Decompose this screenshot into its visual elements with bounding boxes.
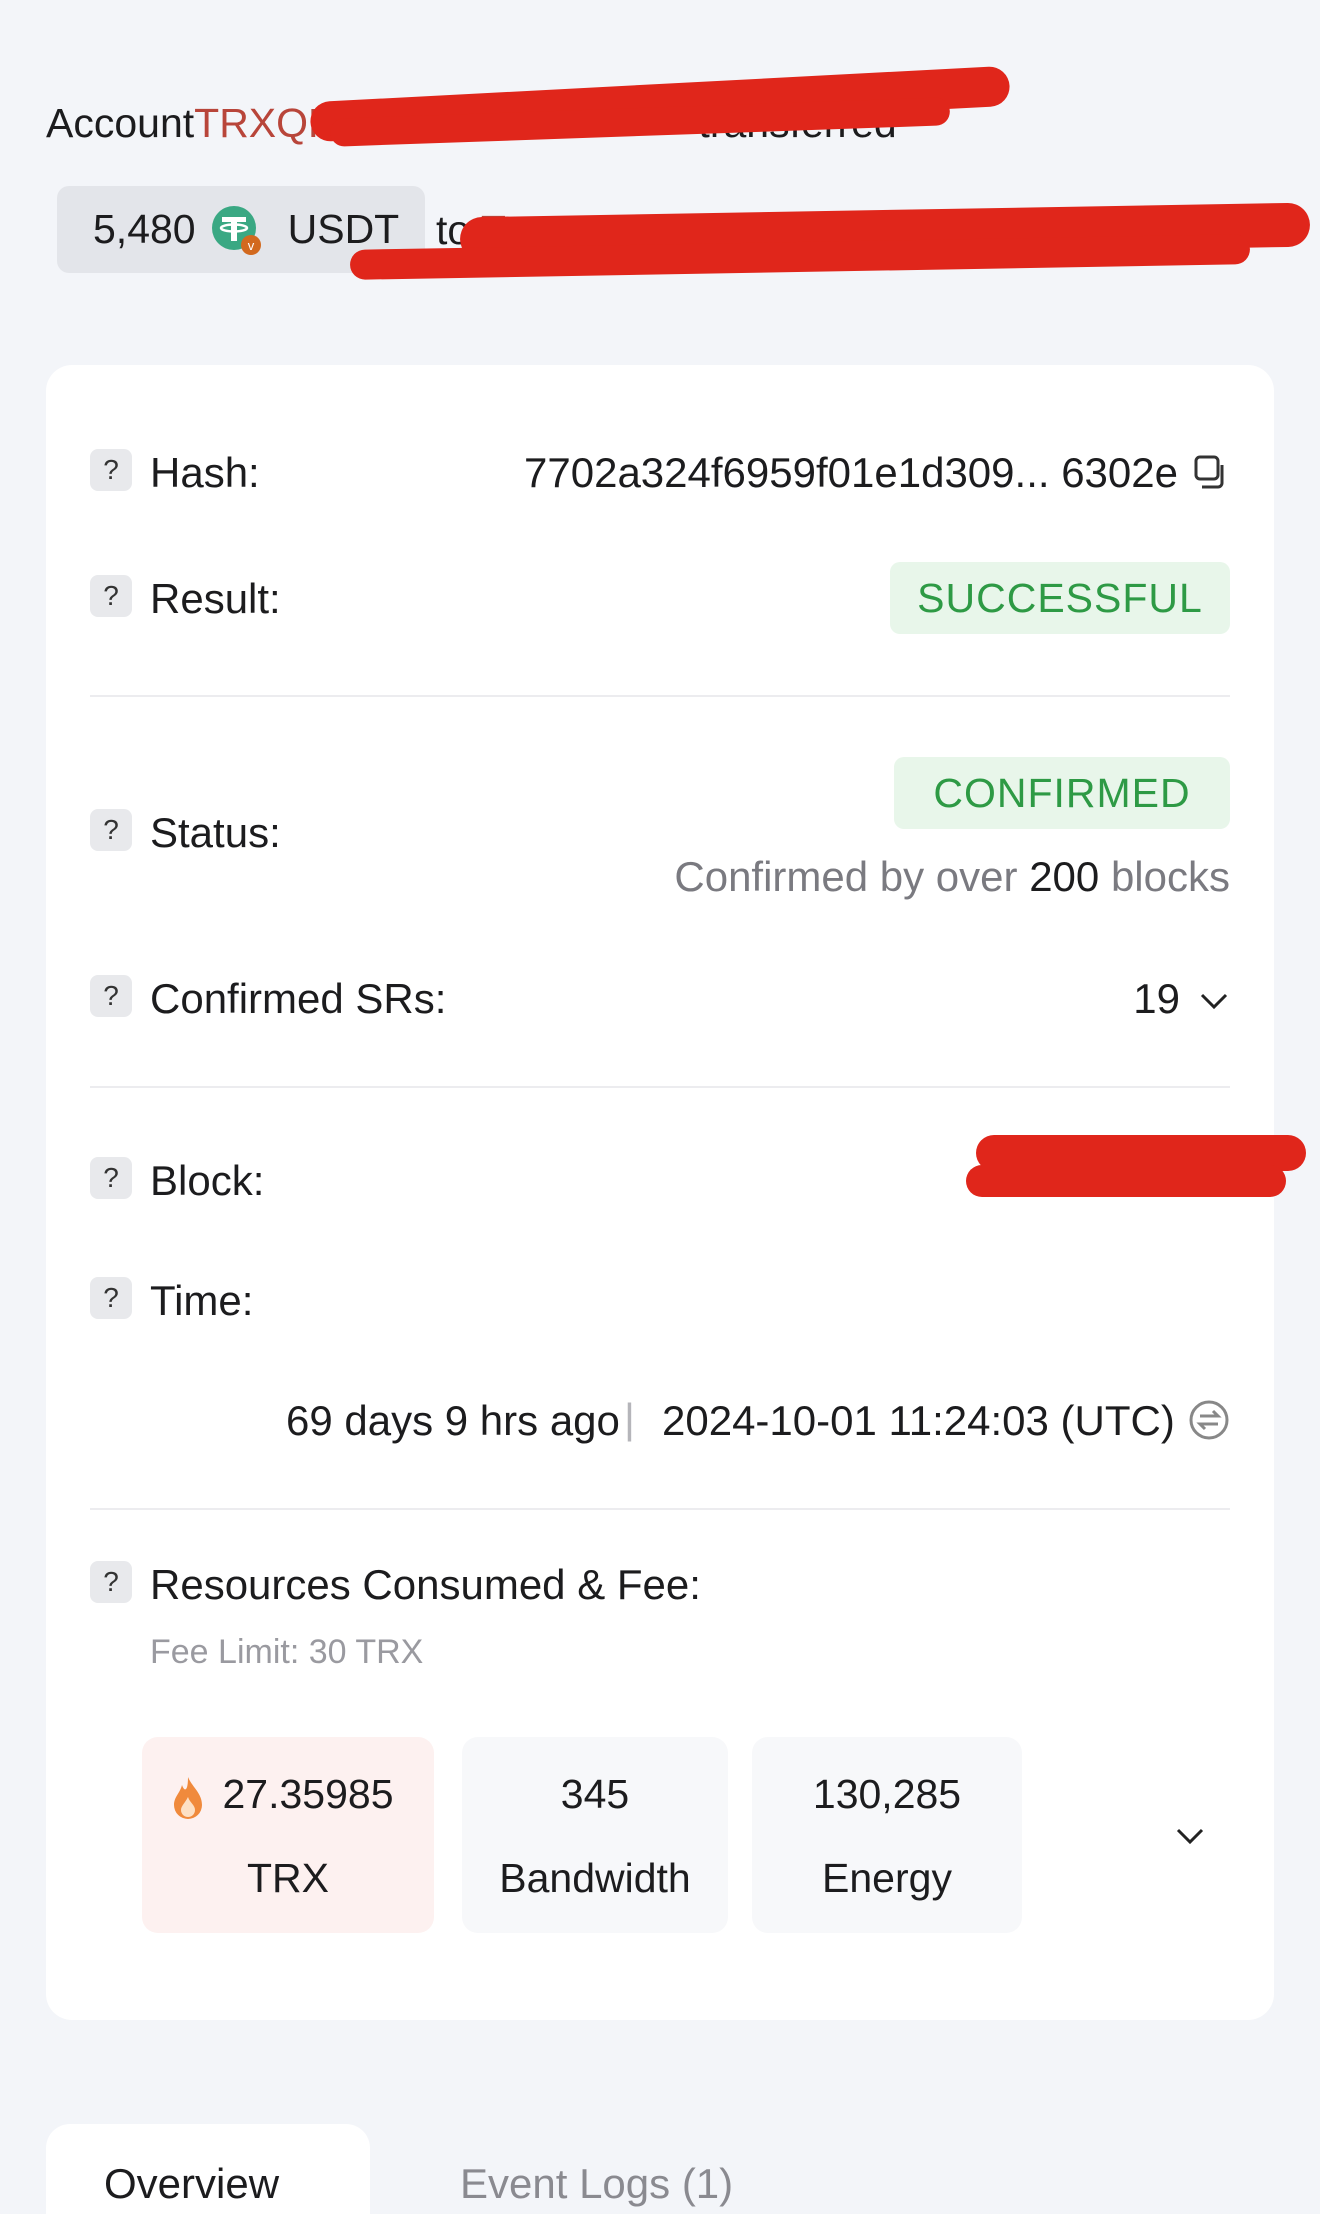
help-icon[interactable]: ? [90, 975, 132, 1017]
transaction-details-card: ? Hash: 7702a324f6959f01e1d309... 6302e … [46, 365, 1306, 2020]
account-prefix: Account [46, 100, 195, 146]
bandwidth-unit: Bandwidth [499, 1855, 691, 1901]
divider [90, 1086, 1230, 1088]
divider [90, 695, 1230, 697]
help-icon[interactable]: ? [90, 1157, 132, 1199]
bandwidth-box: 345 Bandwidth [462, 1737, 728, 1933]
divider [90, 1508, 1230, 1510]
time-value: 2024-10-01 11:24:03 (UTC) [662, 1397, 1175, 1444]
help-icon[interactable]: ? [90, 1561, 132, 1603]
status-badge: CONFIRMED [894, 757, 1230, 829]
tab-overview[interactable]: Overview [104, 2160, 279, 2208]
help-icon[interactable]: ? [90, 809, 132, 851]
result-badge: SUCCESSFUL [890, 562, 1230, 634]
time-ago: 69 days 9 hrs ago [286, 1397, 620, 1444]
resources-label: Resources Consumed & Fee: [150, 1561, 701, 1608]
srs-value[interactable]: 19 [1133, 975, 1180, 1023]
fee-limit: Fee Limit: 30 TRX [150, 1633, 424, 1671]
bandwidth-value: 345 [560, 1771, 630, 1817]
chevron-down-icon[interactable] [1198, 985, 1230, 1022]
timezone-switch-icon[interactable] [1188, 1399, 1230, 1446]
confirmed-blocks: 200 [1029, 853, 1100, 900]
redaction-mark [966, 1165, 1286, 1197]
help-icon[interactable]: ? [90, 1277, 132, 1319]
copy-icon[interactable] [1194, 455, 1230, 496]
hash-label: Hash: [150, 449, 260, 496]
energy-value: 130,285 [812, 1771, 962, 1817]
chevron-down-icon[interactable] [1174, 1820, 1206, 1857]
srs-label: Confirmed SRs: [150, 975, 447, 1022]
fee-trx-value: 27.35985 [222, 1771, 394, 1817]
tether-icon: v [210, 204, 262, 256]
energy-box: 130,285 Energy [752, 1737, 1022, 1933]
fee-trx-box: 27.35985 TRX [142, 1737, 434, 1933]
energy-unit: Energy [822, 1855, 952, 1901]
status-label: Status: [150, 809, 281, 856]
result-label: Result: [150, 575, 281, 622]
help-icon[interactable]: ? [90, 575, 132, 617]
time-label: Time: [150, 1277, 254, 1324]
tab-event-logs[interactable]: Event Logs (1) [460, 2160, 733, 2208]
help-icon[interactable]: ? [90, 449, 132, 491]
fee-trx-unit: TRX [247, 1855, 329, 1901]
amount-value: 5,480 [93, 206, 196, 252]
time-separator: | [624, 1395, 635, 1442]
token-symbol[interactable]: USDT [288, 206, 400, 253]
hash-value[interactable]: 7702a324f6959f01e1d309... 6302e [524, 449, 1178, 497]
block-label: Block: [150, 1157, 265, 1204]
confirmed-prefix: Confirmed by over [674, 853, 1018, 900]
svg-text:v: v [247, 238, 254, 253]
confirmed-suffix: blocks [1110, 853, 1230, 900]
confirmations-text: Confirmed by over 200 blocks [674, 853, 1230, 901]
